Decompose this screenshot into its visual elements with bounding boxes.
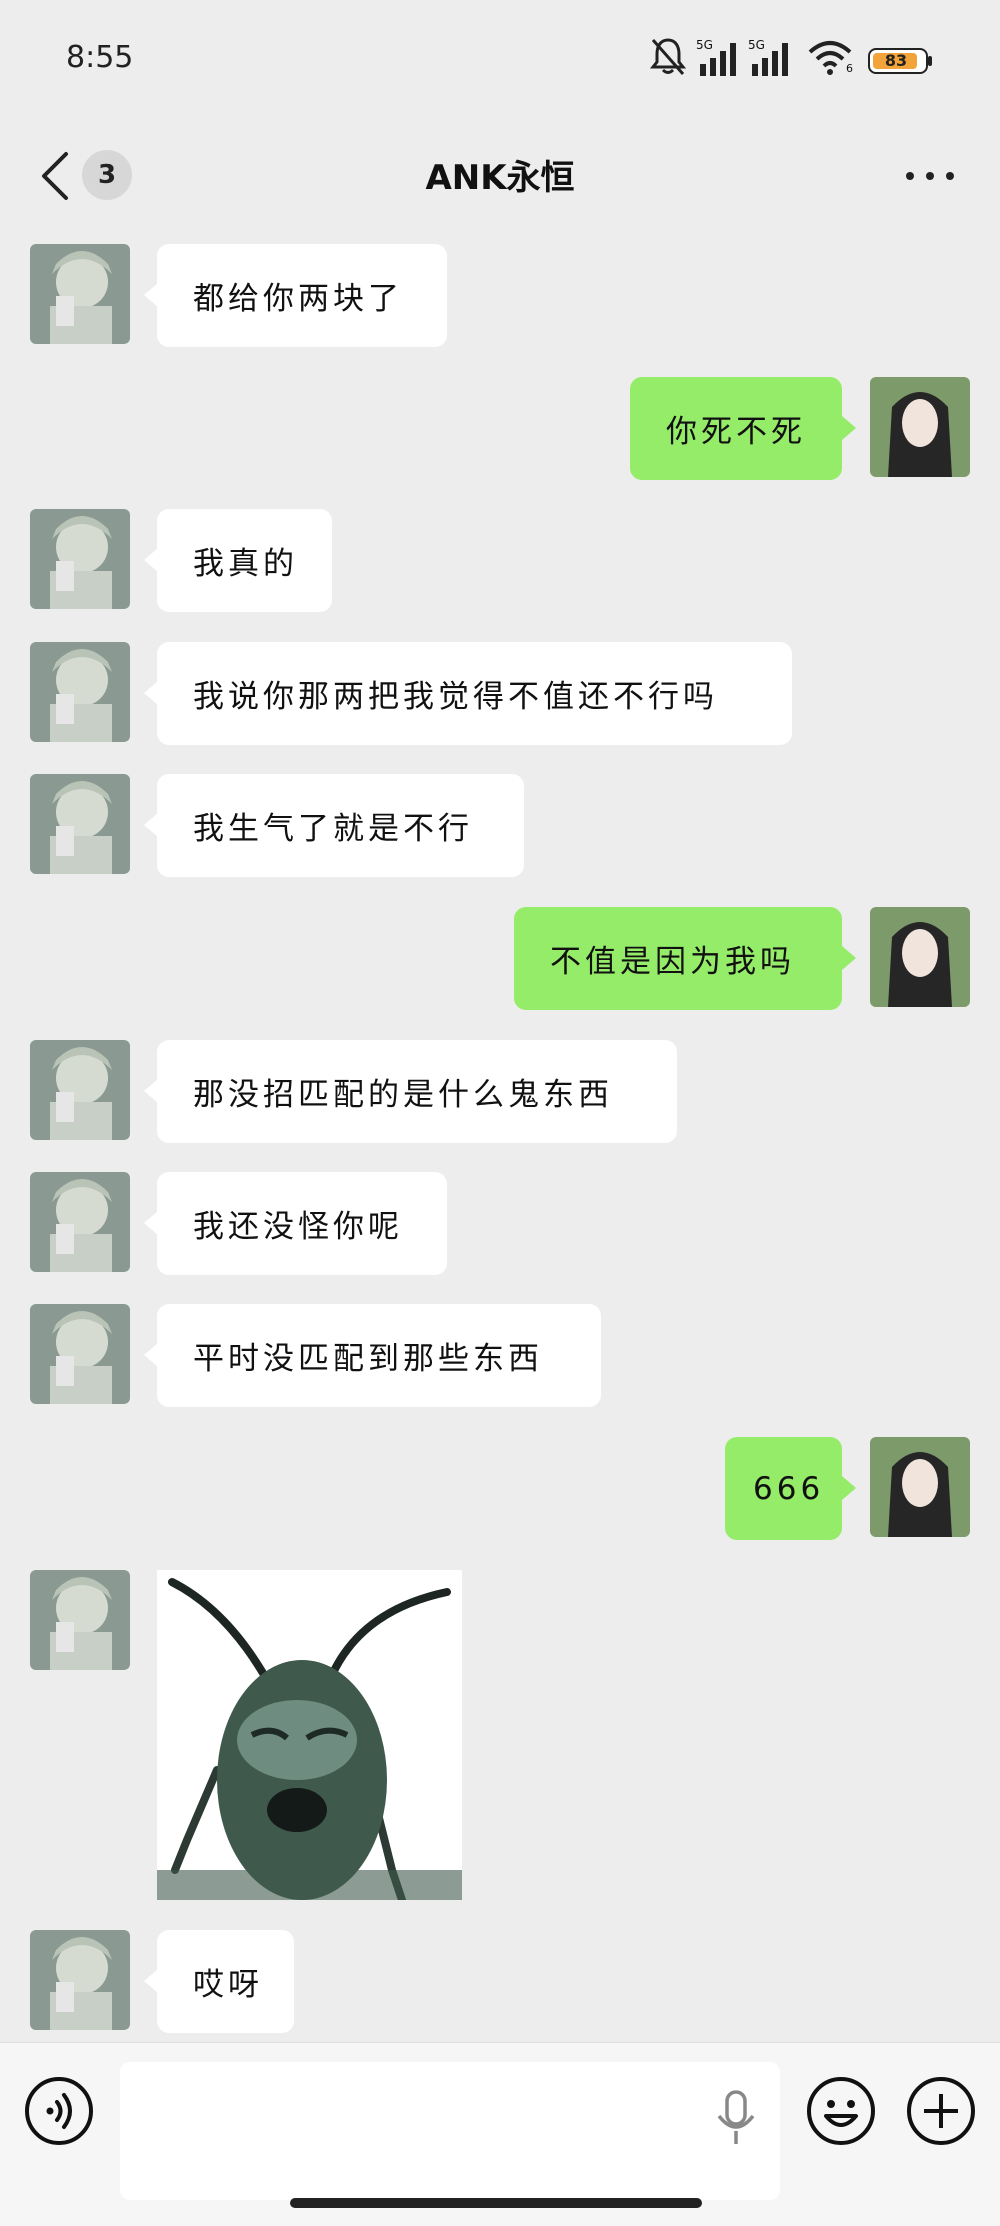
add-icon[interactable] (906, 2076, 976, 2146)
self-avatar[interactable] (870, 377, 970, 477)
contact-avatar[interactable] (30, 774, 130, 874)
mute-bell-icon (650, 38, 686, 75)
message-bubble[interactable]: 你死不死 (630, 377, 842, 480)
contact-avatar[interactable] (30, 1172, 130, 1272)
self-avatar[interactable] (870, 1437, 970, 1537)
wifi-sub-label: 6 (846, 62, 853, 75)
contact-avatar[interactable] (30, 1930, 130, 2030)
message-bubble[interactable]: 666 (725, 1437, 842, 1540)
message-bubble[interactable]: 我还没怪你呢 (157, 1172, 447, 1275)
battery-icon: 83 (868, 48, 932, 74)
message-bubble[interactable]: 不值是因为我吗 (514, 907, 842, 1010)
contact-avatar[interactable] (30, 1304, 130, 1404)
chat-title[interactable]: ANK永恒 (0, 150, 1000, 199)
battery-level: 83 (884, 51, 908, 70)
signal-1-icon: 5G (696, 38, 742, 78)
message-bubble[interactable]: 平时没匹配到那些东西 (157, 1304, 601, 1407)
sticker-image[interactable] (157, 1570, 462, 1900)
message-input[interactable] (120, 2062, 780, 2200)
chat-area[interactable]: 都给你两块了 你死不死 我真的 我说你那两把我觉得不值还不行吗 我生气了就是不行… (0, 220, 1000, 2040)
message-bubble[interactable]: 我真的 (157, 509, 332, 612)
message-bubble[interactable]: 哎呀 (157, 1930, 294, 2033)
network-type-label: 5G (748, 38, 765, 52)
contact-avatar[interactable] (30, 1570, 130, 1670)
message-bubble[interactable]: 我说你那两把我觉得不值还不行吗 (157, 642, 792, 745)
emoji-icon[interactable] (806, 2076, 876, 2146)
self-avatar[interactable] (870, 907, 970, 1007)
signal-2-icon: 5G (748, 38, 794, 78)
home-indicator[interactable] (290, 2198, 702, 2208)
microphone-icon[interactable] (714, 2088, 758, 2148)
contact-avatar[interactable] (30, 244, 130, 344)
contact-avatar[interactable] (30, 642, 130, 742)
message-bubble[interactable]: 都给你两块了 (157, 244, 447, 347)
network-type-label: 5G (696, 38, 713, 52)
voice-input-icon[interactable] (24, 2076, 94, 2146)
more-options-icon[interactable] (900, 166, 960, 186)
contact-avatar[interactable] (30, 509, 130, 609)
contact-avatar[interactable] (30, 1040, 130, 1140)
status-time: 8:55 (66, 40, 134, 75)
message-bubble[interactable]: 那没招匹配的是什么鬼东西 (157, 1040, 677, 1143)
message-bubble[interactable]: 我生气了就是不行 (157, 774, 524, 877)
